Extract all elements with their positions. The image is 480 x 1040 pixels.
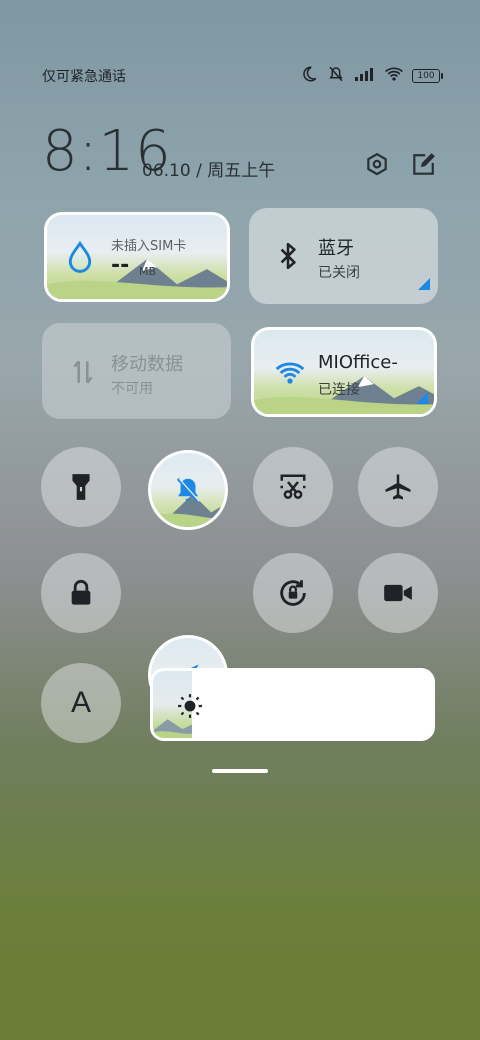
bluetooth-title: 蓝牙	[318, 238, 354, 259]
font-size-label: A	[70, 686, 91, 719]
wifi-status: 已连接	[318, 382, 360, 398]
water-drop-icon	[65, 240, 95, 279]
carrier-text: 仅可紧急通话	[42, 69, 126, 85]
wifi-tile[interactable]: MIOffice- 已连接	[251, 327, 437, 417]
flashlight-icon	[72, 474, 90, 500]
moon-icon	[300, 65, 318, 87]
expand-corner-icon[interactable]	[418, 275, 430, 294]
mobile-data-tile[interactable]: 移动数据 不可用	[42, 323, 231, 419]
settings-button[interactable]	[362, 150, 392, 180]
data-usage-tile[interactable]: 未插入SIM卡 -- MB	[44, 212, 230, 302]
gear-icon	[367, 152, 387, 176]
expand-corner-icon[interactable]	[416, 389, 428, 408]
sim-status-label: 未插入SIM卡	[111, 239, 187, 254]
screenshot-toggle[interactable]	[253, 447, 333, 527]
airplane-icon	[385, 474, 411, 500]
signal-icon	[354, 66, 376, 86]
flashlight-toggle[interactable]	[41, 447, 121, 527]
scissors-screenshot-icon	[280, 474, 306, 499]
sun-icon	[177, 693, 203, 723]
wifi-title: MIOffice-	[318, 352, 398, 373]
lock-screen-toggle[interactable]	[41, 553, 121, 633]
data-usage-value: --	[111, 253, 130, 278]
bluetooth-status: 已关闭	[318, 265, 360, 281]
data-arrows-icon	[70, 357, 96, 391]
mobile-data-status: 不可用	[111, 381, 153, 397]
rotation-lock-icon	[280, 580, 306, 606]
font-size-button[interactable]: A	[41, 663, 121, 743]
bell-off-icon	[176, 477, 200, 503]
bluetooth-tile[interactable]: 蓝牙 已关闭	[249, 208, 438, 304]
silent-toggle[interactable]	[148, 450, 228, 530]
lock-icon	[71, 579, 91, 605]
bluetooth-icon	[275, 241, 301, 275]
wifi-icon	[274, 360, 306, 390]
wifi-status-icon	[384, 66, 404, 86]
data-usage-unit: MB	[139, 265, 157, 278]
edit-icon	[413, 153, 435, 175]
status-icons: 100	[300, 64, 443, 88]
screen-record-toggle[interactable]	[358, 553, 438, 633]
video-camera-icon	[384, 584, 412, 602]
airplane-mode-toggle[interactable]	[358, 447, 438, 527]
date-text: 06.10 / 周五上午	[142, 161, 276, 181]
vibrate-muted-icon	[326, 65, 346, 87]
rotation-lock-toggle[interactable]	[253, 553, 333, 633]
mobile-data-title: 移动数据	[111, 354, 183, 375]
edit-button[interactable]	[408, 150, 438, 180]
drag-handle[interactable]	[212, 769, 268, 773]
brightness-slider[interactable]	[150, 668, 435, 741]
battery-indicator: 100	[412, 69, 443, 83]
